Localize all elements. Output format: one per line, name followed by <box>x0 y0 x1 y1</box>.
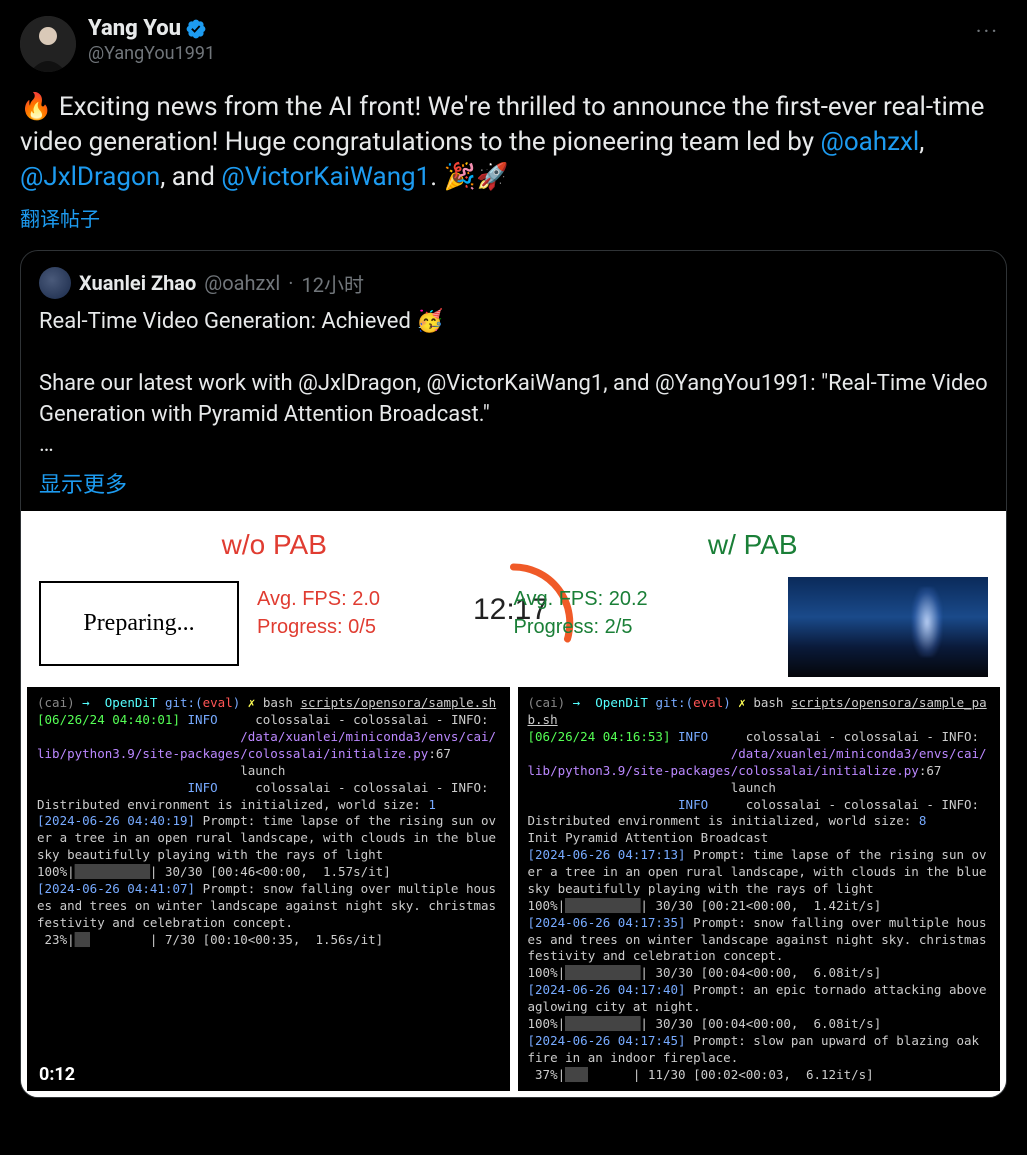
terminal-row: (cai) → OpenDiT git:(eval) ✗ bash script… <box>21 687 1006 1097</box>
show-more-link[interactable]: 显示更多 <box>39 467 127 499</box>
display-name-text: Yang You <box>88 16 181 41</box>
quoted-display-name[interactable]: Xuanlei Zhao <box>79 271 196 295</box>
preview-thumbnail <box>788 577 988 677</box>
quoted-text: Real-Time Video Generation: Achieved 🥳 S… <box>39 307 988 461</box>
verified-badge-icon <box>185 18 207 40</box>
mention-jxldragon[interactable]: @JxlDragon <box>20 162 160 192</box>
mention-oahzxl[interactable]: @oahzxl <box>820 127 919 157</box>
stats-right: Avg. FPS: 20.2 Progress: 2/5 <box>514 585 648 641</box>
chart-title-right: w/ PAB <box>514 529 993 561</box>
quoted-tweet[interactable]: Xuanlei Zhao @oahzxl · 12小时 Real-Time Vi… <box>20 250 1007 1098</box>
handle[interactable]: @YangYou1991 <box>88 43 956 64</box>
tweet-text: 🔥 Exciting news from the AI front! We're… <box>20 90 1007 195</box>
avatar[interactable] <box>20 16 76 72</box>
mention-victorkaiwang1[interactable]: @VictorKaiWang1 <box>221 162 430 192</box>
media-video[interactable]: 0:12 w/o PAB Preparing... Avg. FPS: 2.0 … <box>21 511 1006 1097</box>
more-icon[interactable]: ··· <box>968 16 1007 49</box>
quoted-timestamp[interactable]: 12小时 <box>302 269 364 298</box>
terminal-right: (cai) → OpenDiT git:(eval) ✗ bash script… <box>518 687 1001 1091</box>
quoted-avatar[interactable] <box>39 267 71 299</box>
video-duration-badge: 0:12 <box>31 1062 83 1087</box>
tweet-text-post: . 🎉🚀 <box>430 162 508 192</box>
display-name[interactable]: Yang You <box>88 16 207 41</box>
chart-title-left: w/o PAB <box>35 529 514 561</box>
tweet-header: Yang You @YangYou1991 ··· <box>20 16 1007 72</box>
stats-left: Avg. FPS: 2.0 Progress: 0/5 <box>257 585 380 641</box>
quoted-header: Xuanlei Zhao @oahzxl · 12小时 <box>39 267 988 299</box>
translate-link[interactable]: 翻译帖子 <box>20 203 100 232</box>
status-box-left: Preparing... <box>39 581 239 666</box>
terminal-left: (cai) → OpenDiT git:(eval) ✗ bash script… <box>27 687 510 1091</box>
chart-comparison: w/o PAB Preparing... Avg. FPS: 2.0 Progr… <box>21 511 1006 687</box>
quoted-handle[interactable]: @oahzxl <box>204 271 280 295</box>
